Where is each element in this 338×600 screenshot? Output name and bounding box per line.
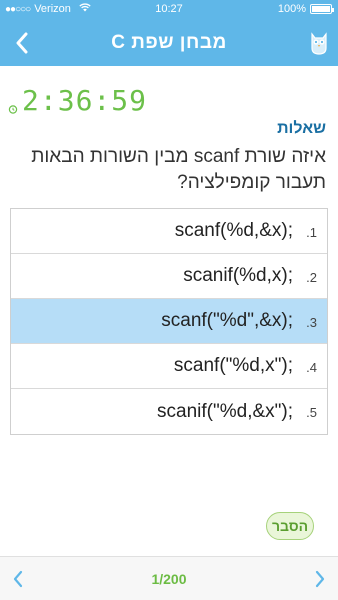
answer-code: scanf(%d,&x); [174, 220, 293, 241]
question-text: איזה שורת scanf מבין השורות הבאות תעבור … [31, 146, 326, 193]
answer-number: .1 [306, 225, 317, 240]
battery-icon [310, 4, 334, 14]
answer-option-4[interactable]: scanf("%d,x"); .4 [11, 344, 327, 389]
answer-option-1[interactable]: scanf(%d,&x); .1 [11, 209, 327, 254]
answer-number: .3 [306, 315, 317, 330]
pager-bar: 1/200 [0, 556, 338, 600]
answer-code: scanif(%d,x); [183, 265, 293, 286]
answer-list: scanf(%d,&x); .1 scanif(%d,x); .2 scanf(… [10, 208, 328, 435]
answer-code: scanf("%d",&x); [161, 310, 293, 331]
answer-option-2[interactable]: scanif(%d,x); .2 [11, 254, 327, 299]
alarm-clock-icon [8, 101, 18, 114]
answer-code: scanf("%d,x"); [173, 355, 293, 376]
timer-value: 2:36:59 [22, 84, 148, 117]
answer-code: scanif("%d,&x"); [157, 400, 293, 422]
answer-option-3[interactable]: scanf("%d",&x); .3 [11, 299, 327, 344]
quiz-timer: 2:36:59 [8, 84, 147, 117]
section-title: שאלות [277, 120, 326, 137]
owl-icon [308, 30, 330, 56]
answer-number: .5 [306, 405, 317, 420]
battery-percent: 100% [277, 3, 306, 15]
nav-bar: מבחן שפת C [0, 20, 338, 66]
answer-option-5[interactable]: scanif("%d,&x"); .5 [11, 389, 327, 434]
answer-number: .4 [306, 360, 317, 375]
page-title: מבחן שפת C [111, 32, 227, 53]
answer-number: .2 [306, 270, 317, 285]
question-counter: 1/200 [151, 571, 187, 587]
status-right: 100% [277, 3, 334, 15]
status-bar: ●●○○○ Verizon 10:27 100% [0, 0, 338, 20]
chevron-right-icon[interactable] [310, 567, 330, 591]
explain-button[interactable]: הסבר [266, 512, 314, 540]
